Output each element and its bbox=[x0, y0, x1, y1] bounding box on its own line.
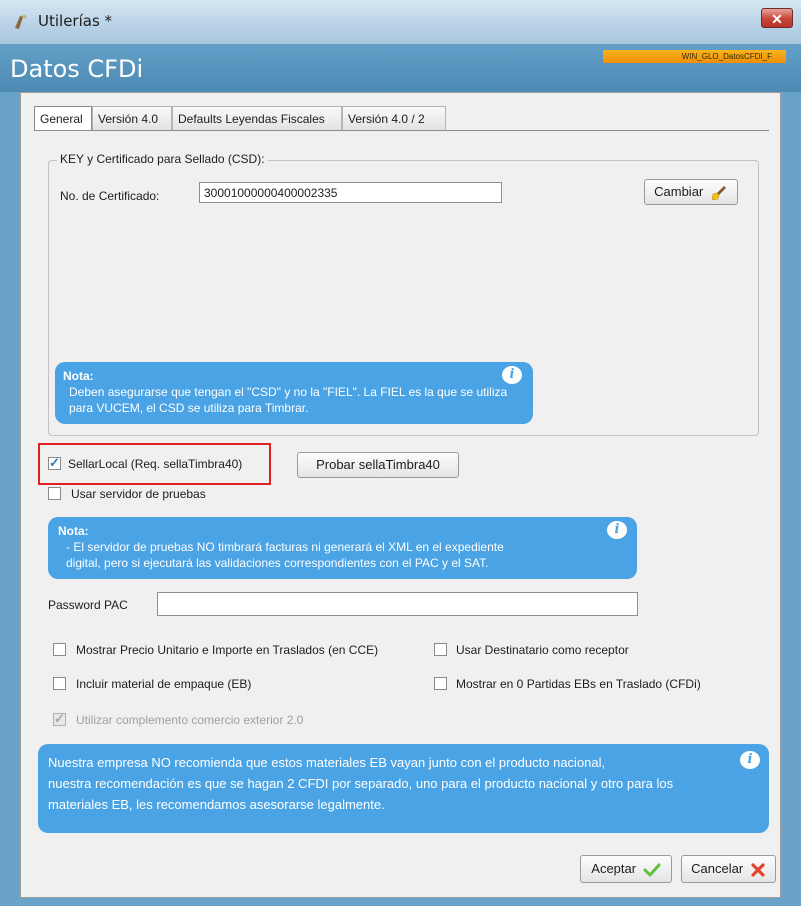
test-server-note-line2: digital, pero si ejecutará las validacio… bbox=[66, 556, 489, 570]
form-name-badge: WIN_GLO_DatosCFDI_F bbox=[603, 50, 786, 63]
sellar-local-label: SellarLocal (Req. sellaTimbra40) bbox=[68, 457, 243, 471]
cancel-x-icon bbox=[751, 862, 765, 877]
comercio-exterior-checkbox[interactable] bbox=[53, 711, 66, 727]
csd-note-text: Deben asegurarse que tengan el "CSD" y n… bbox=[69, 385, 508, 415]
test-server-label: Usar servidor de pruebas bbox=[71, 487, 206, 501]
mostrar-precio-checkbox[interactable] bbox=[53, 643, 66, 656]
probar-sellatimbra-button[interactable]: Probar sellaTimbra40 bbox=[297, 452, 459, 478]
cert-label: No. de Certificado: bbox=[60, 189, 160, 203]
utilerias-window: Utilerías * ✕ WIN_GLO_DatosCFDI_F Datos … bbox=[0, 0, 801, 906]
usar-destinatario-label: Usar Destinatario como receptor bbox=[456, 643, 629, 657]
eb-note-line1: Nuestra empresa NO recomienda que estos … bbox=[48, 755, 606, 770]
cert-number-field[interactable] bbox=[199, 182, 502, 203]
change-cert-button[interactable]: Cambiar bbox=[644, 179, 738, 205]
accept-label: Aceptar bbox=[591, 861, 637, 876]
accept-button[interactable]: Aceptar bbox=[580, 855, 672, 883]
test-server-note-line1: - El servidor de pruebas NO timbrará fac… bbox=[66, 540, 504, 554]
sellar-local-checkbox[interactable] bbox=[48, 455, 61, 471]
tab-version-40-2[interactable]: Versión 4.0 / 2 bbox=[342, 106, 446, 130]
test-server-note: Nota: - El servidor de pruebas NO timbra… bbox=[48, 517, 637, 579]
tab-defaults-leyendas[interactable]: Defaults Leyendas Fiscales bbox=[172, 106, 342, 130]
test-server-note-title: Nota: bbox=[58, 524, 89, 538]
csd-note: Nota: Deben asegurarse que tengan el "CS… bbox=[55, 362, 533, 424]
cancel-button[interactable]: Cancelar bbox=[681, 855, 776, 883]
test-server-checkbox[interactable] bbox=[48, 487, 61, 500]
close-button[interactable]: ✕ bbox=[761, 8, 793, 28]
csd-legend: KEY y Certificado para Sellado (CSD): bbox=[57, 152, 268, 166]
mostrar-cero-checkbox[interactable] bbox=[434, 677, 447, 690]
mostrar-precio-label: Mostrar Precio Unitario e Importe en Tra… bbox=[76, 643, 379, 657]
title-bar: Utilerías * ✕ bbox=[0, 0, 801, 44]
comercio-exterior-label: Utilizar complemento comercio exterior 2… bbox=[76, 713, 304, 727]
dialog-title: Datos CFDi bbox=[10, 55, 144, 83]
usar-destinatario-checkbox[interactable] bbox=[434, 643, 447, 656]
password-pac-field[interactable] bbox=[157, 592, 638, 616]
eb-note-line3: materiales EB, les recomendamos asesorar… bbox=[48, 797, 385, 812]
app-icon bbox=[15, 15, 27, 29]
cancel-label: Cancelar bbox=[691, 861, 744, 876]
incluir-material-checkbox[interactable] bbox=[53, 677, 66, 690]
mostrar-cero-label: Mostrar en 0 Partidas EBs en Traslado (C… bbox=[456, 677, 701, 691]
password-pac-label: Password PAC bbox=[48, 598, 128, 612]
tab-version-40[interactable]: Versión 4.0 bbox=[92, 106, 172, 130]
incluir-material-label: Incluir material de empaque (EB) bbox=[76, 677, 252, 691]
window-title: Utilerías * bbox=[38, 12, 113, 30]
eb-note-info-icon: i bbox=[740, 751, 760, 769]
broom-icon bbox=[711, 185, 726, 200]
test-server-info-icon: i bbox=[607, 521, 627, 539]
csd-note-title: Nota: bbox=[63, 369, 94, 383]
csd-note-info-icon: i bbox=[502, 366, 522, 384]
tab-general[interactable]: General bbox=[34, 106, 92, 131]
checkmark-icon bbox=[643, 863, 661, 877]
eb-note-line2: nuestra recomendación es que se hagan 2 … bbox=[48, 776, 674, 791]
eb-note: Nuestra empresa NO recomienda que estos … bbox=[38, 744, 769, 833]
change-cert-label: Cambiar bbox=[654, 184, 704, 199]
